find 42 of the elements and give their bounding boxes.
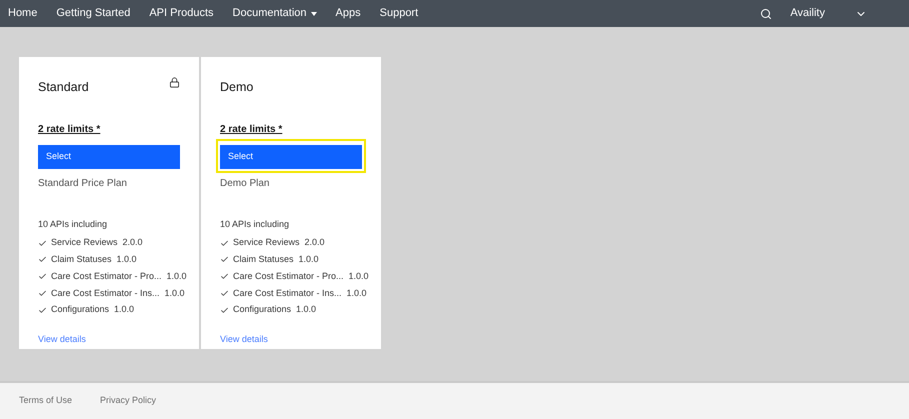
view-details-link[interactable]: View details [220,332,362,346]
nav-link[interactable]: Home [8,5,38,22]
api-version: 1.0.0 [116,253,137,266]
api-version: 1.0.0 [346,286,367,300]
api-version: 1.0.0 [296,303,316,316]
api-version: 1.0.0 [164,286,185,300]
nav-link[interactable]: Support [380,5,418,22]
account-name[interactable]: Availity [790,5,825,22]
api-name: Care Cost Estimator - Ins... [233,286,342,300]
apis-heading: 10 APIs including [220,218,290,231]
plan-description: Standard Price Plan [38,176,128,191]
api-name: Claim Statuses [233,253,294,266]
api-name: Care Cost Estimator - Ins... [51,286,160,300]
nav-link[interactable]: Apps [336,5,361,22]
api-name: Service Reviews [233,236,300,250]
plan-title: Demo [220,79,254,96]
view-details-link[interactable]: View details [38,332,180,346]
api-name: Configurations [233,303,292,316]
api-name: Configurations [51,303,110,316]
api-version: 1.0.0 [114,303,134,316]
api-name: Care Cost Estimator - Pro... [233,270,344,283]
api-version: 1.0.0 [348,270,369,283]
apis-heading: 10 APIs including [38,218,108,231]
api-version: 1.0.0 [166,270,187,283]
search-icon[interactable] [760,8,772,20]
select-button[interactable]: Select [220,144,362,169]
nav-link[interactable]: Getting Started [56,5,130,22]
nav-link[interactable]: Documentation [232,5,317,22]
api-version: 1.0.0 [298,253,319,266]
api-name: Care Cost Estimator - Pro... [51,270,162,283]
nav-link[interactable]: API Products [149,5,214,22]
footer-link[interactable]: Privacy Policy [100,394,156,408]
select-button[interactable]: Select [38,144,180,169]
rate-limits-link[interactable]: 2 rate limits * [38,122,180,137]
api-version: 2.0.0 [304,236,325,250]
footer-link[interactable]: Terms of Use [19,394,72,408]
api-name: Service Reviews [51,236,118,250]
rate-limits-link[interactable]: 2 rate limits * [220,122,362,137]
plan-description: Demo Plan [220,176,270,191]
api-name: Claim Statuses [51,253,112,266]
plan-title: Standard [38,79,89,96]
api-version: 2.0.0 [122,236,143,250]
